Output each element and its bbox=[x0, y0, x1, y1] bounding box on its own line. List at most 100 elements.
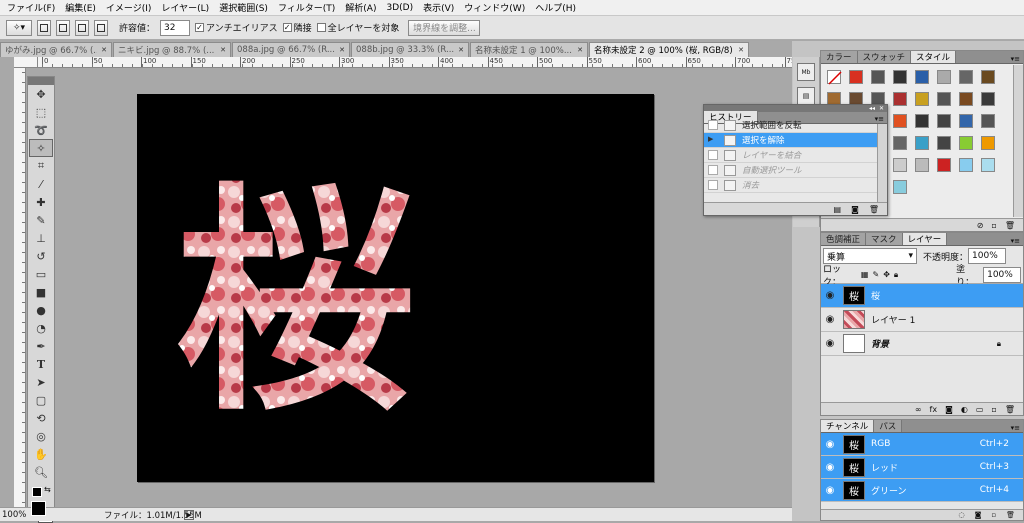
toolbox-header[interactable] bbox=[28, 77, 54, 85]
style-swatch[interactable] bbox=[893, 114, 907, 128]
all-layers-option[interactable]: 全レイヤーを対象 bbox=[316, 21, 399, 34]
visibility-eye-icon[interactable]: ◉ bbox=[821, 439, 839, 450]
history-state[interactable]: 自動選択ツール bbox=[704, 193, 877, 195]
style-swatch[interactable] bbox=[937, 158, 951, 172]
style-swatch[interactable] bbox=[959, 92, 973, 106]
tool-preset-picker[interactable]: ✧▾ bbox=[6, 19, 32, 36]
style-swatch[interactable] bbox=[981, 136, 995, 150]
menu-item[interactable]: レイヤー(L) bbox=[156, 1, 214, 14]
3d-rotate-icon[interactable]: ⟲ bbox=[29, 409, 53, 427]
style-swatch[interactable] bbox=[937, 70, 951, 84]
channels-tab[interactable]: チャンネル bbox=[821, 420, 875, 432]
clear-style-icon[interactable]: ⊘ bbox=[977, 221, 984, 230]
styles-tab[interactable]: スウォッチ bbox=[857, 51, 912, 63]
style-swatch[interactable] bbox=[893, 158, 907, 172]
eraser-tool-icon[interactable]: ▭ bbox=[29, 265, 53, 283]
visibility-eye-icon[interactable]: ◉ bbox=[821, 485, 839, 496]
contiguous-checkbox[interactable]: ✓ bbox=[282, 23, 292, 32]
history-state[interactable]: 自動選択ツール bbox=[704, 163, 877, 178]
layer-row[interactable]: ◉ レイヤー 1 bbox=[821, 308, 1023, 332]
close-tab-icon[interactable]: ✕ bbox=[339, 46, 345, 54]
layer-mask-icon[interactable]: ◙ bbox=[945, 405, 953, 414]
style-swatch[interactable] bbox=[915, 114, 929, 128]
new-selection-button[interactable] bbox=[37, 19, 51, 36]
refine-edge-button[interactable]: 境界線を調整... bbox=[408, 19, 481, 36]
history-source-box[interactable] bbox=[708, 120, 718, 130]
lasso-tool-icon[interactable]: ➰ bbox=[29, 121, 53, 139]
styles-tab[interactable]: カラー bbox=[821, 51, 858, 63]
status-menu-arrow-icon[interactable]: ▶ bbox=[184, 509, 194, 520]
layers-tab[interactable]: 色調補正 bbox=[821, 233, 867, 245]
blur-tool-icon[interactable]: ● bbox=[29, 301, 53, 319]
layers-tab[interactable]: レイヤー bbox=[902, 233, 948, 245]
style-swatch[interactable] bbox=[871, 70, 885, 84]
healing-brush-icon[interactable]: ✚ bbox=[29, 193, 53, 211]
antialias-option[interactable]: ✓ アンチエイリアス bbox=[195, 21, 278, 34]
panel-menu-icon[interactable]: ▾≡ bbox=[1011, 424, 1023, 432]
delete-state-icon[interactable]: 🗑︎ bbox=[869, 205, 879, 214]
close-tab-icon[interactable]: ✕ bbox=[458, 46, 464, 54]
new-snapshot-icon[interactable]: ◙ bbox=[851, 205, 859, 214]
style-swatch[interactable] bbox=[959, 136, 973, 150]
style-swatch[interactable] bbox=[893, 92, 907, 106]
lock-pixels-icon[interactable]: ✎ bbox=[872, 270, 879, 279]
style-swatch[interactable] bbox=[937, 114, 951, 128]
zoom-level[interactable]: 100% bbox=[0, 510, 28, 520]
history-scrollbar[interactable] bbox=[877, 124, 887, 202]
save-selection-icon[interactable]: ◙ bbox=[975, 511, 982, 519]
history-panel-icon[interactable]: ▤ bbox=[797, 87, 815, 105]
style-swatch[interactable] bbox=[981, 158, 995, 172]
channels-tab[interactable]: パス bbox=[874, 420, 903, 432]
document-tab[interactable]: 名称未設定 1 @ 100%... ✕ bbox=[470, 42, 588, 57]
all-layers-checkbox[interactable] bbox=[316, 23, 326, 32]
visibility-eye-icon[interactable]: ◉ bbox=[821, 290, 839, 301]
menu-item[interactable]: 解析(A) bbox=[340, 1, 381, 14]
style-swatch[interactable] bbox=[915, 136, 929, 150]
style-swatch[interactable] bbox=[893, 180, 907, 194]
fill-input[interactable]: 100% bbox=[983, 266, 1021, 283]
panel-menu-icon[interactable]: ▾≡ bbox=[1011, 55, 1023, 63]
link-layers-icon[interactable]: ∞ bbox=[915, 405, 922, 414]
default-colors-icon[interactable] bbox=[32, 487, 42, 497]
magic-wand-tool-icon[interactable]: ✧ bbox=[29, 139, 53, 157]
menu-item[interactable]: 編集(E) bbox=[60, 1, 101, 14]
style-swatch[interactable] bbox=[981, 92, 995, 106]
history-source-box[interactable] bbox=[708, 165, 718, 175]
layer-row[interactable]: ◉ 背景 🔒︎ bbox=[821, 332, 1023, 356]
foreground-color[interactable] bbox=[31, 501, 46, 516]
document-tab[interactable]: ゆがみ.jpg @ 66.7% (... ✕ bbox=[0, 42, 112, 57]
style-swatch[interactable] bbox=[937, 92, 951, 106]
new-layer-icon[interactable]: ▫ bbox=[991, 405, 996, 414]
eyedropper-tool-icon[interactable]: ⁄ bbox=[29, 175, 53, 193]
canvas[interactable]: 桜 bbox=[137, 94, 654, 482]
dodge-tool-icon[interactable]: ◔ bbox=[29, 319, 53, 337]
layers-tab[interactable]: マスク bbox=[866, 233, 903, 245]
close-tab-icon[interactable]: ✕ bbox=[577, 46, 583, 54]
styles-scrollbar[interactable] bbox=[1013, 65, 1023, 217]
stamp-tool-icon[interactable]: ⊥ bbox=[29, 229, 53, 247]
history-state[interactable]: ▶ 選択を解除 bbox=[704, 133, 877, 148]
visibility-eye-icon[interactable]: ◉ bbox=[821, 314, 839, 325]
new-group-icon[interactable]: ▭ bbox=[976, 405, 984, 414]
swap-colors-icon[interactable]: ⇆ bbox=[44, 485, 51, 494]
shape-tool-icon[interactable]: ▢ bbox=[29, 391, 53, 409]
hand-tool-icon[interactable]: ✋ bbox=[29, 445, 53, 463]
style-swatch[interactable] bbox=[981, 70, 995, 84]
channel-row[interactable]: ◉ 桜 グリーン Ctrl+4 bbox=[821, 479, 1023, 502]
menu-item[interactable]: ファイル(F) bbox=[2, 1, 60, 14]
channel-row[interactable]: ◉ 桜 RGB Ctrl+2 bbox=[821, 433, 1023, 456]
lock-transparency-icon[interactable]: ▦ bbox=[861, 270, 869, 279]
intersect-selection-button[interactable] bbox=[94, 19, 108, 36]
lock-all-icon[interactable]: 🔒︎ bbox=[894, 270, 898, 280]
history-source-box[interactable] bbox=[708, 150, 718, 160]
style-swatch[interactable] bbox=[893, 70, 907, 84]
close-tab-icon[interactable]: ✕ bbox=[101, 46, 107, 54]
menu-item[interactable]: 3D(D) bbox=[381, 3, 418, 13]
marquee-tool-icon[interactable]: ⬚ bbox=[29, 103, 53, 121]
visibility-eye-icon[interactable]: ◉ bbox=[821, 338, 839, 349]
close-icon[interactable]: ✕ bbox=[879, 105, 884, 112]
delete-layer-icon[interactable]: 🗑︎ bbox=[1005, 405, 1015, 414]
panel-menu-icon[interactable]: ▾≡ bbox=[1011, 237, 1023, 245]
move-tool-icon[interactable]: ✥ bbox=[29, 85, 53, 103]
style-swatch[interactable] bbox=[893, 136, 907, 150]
